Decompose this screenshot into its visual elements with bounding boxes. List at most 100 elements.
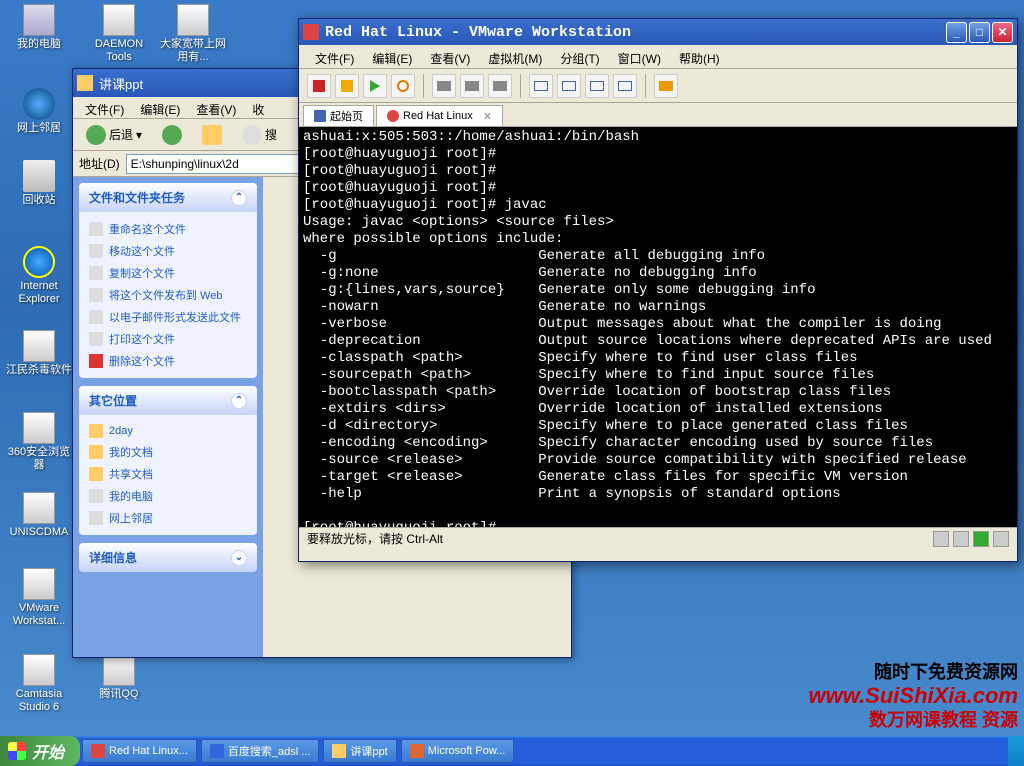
- details-header[interactable]: 详细信息⌄: [79, 543, 257, 572]
- tab-redhat[interactable]: Red Hat Linux✕: [376, 105, 503, 126]
- copy-icon: [89, 266, 103, 280]
- vm-menu-window[interactable]: 窗口(W): [610, 47, 669, 66]
- icon-uniscdma[interactable]: UNISCDMA: [4, 492, 74, 539]
- computer-icon: [89, 489, 103, 503]
- file-tasks-header[interactable]: 文件和文件夹任务⌃: [79, 183, 257, 212]
- up-button[interactable]: [195, 122, 229, 148]
- menu-view[interactable]: 查看(V): [190, 99, 242, 116]
- summary-button[interactable]: [654, 74, 678, 98]
- explorer-title-text: 讲课ppt: [99, 74, 143, 93]
- system-tray[interactable]: [1008, 736, 1024, 766]
- mail-icon: [89, 310, 103, 324]
- place-2day[interactable]: 2day: [89, 421, 247, 441]
- vm-menu-team[interactable]: 分组(T): [552, 47, 607, 66]
- search-icon: [242, 125, 262, 145]
- vm-menu-file[interactable]: 文件(F): [307, 47, 362, 66]
- other-places-header[interactable]: 其它位置⌃: [79, 386, 257, 415]
- manage-icon: [493, 81, 507, 91]
- sound-icon[interactable]: [993, 531, 1009, 547]
- revert-button[interactable]: [460, 74, 484, 98]
- home-icon: [314, 110, 326, 122]
- forward-button[interactable]: [155, 122, 189, 148]
- task-print[interactable]: 打印这个文件: [89, 328, 247, 350]
- close-button[interactable]: ✕: [992, 22, 1013, 43]
- back-button[interactable]: 后退▾: [79, 122, 149, 148]
- rename-icon: [89, 222, 103, 236]
- task-publish[interactable]: 将这个文件发布到 Web: [89, 284, 247, 306]
- task-email[interactable]: 以电子邮件形式发送此文件: [89, 306, 247, 328]
- icon-jiangmin[interactable]: 江民杀毒软件: [4, 330, 74, 377]
- pause-button[interactable]: [335, 74, 359, 98]
- vm-menu-edit[interactable]: 编辑(E): [364, 47, 420, 66]
- place-computer[interactable]: 我的电脑: [89, 485, 247, 507]
- menu-file[interactable]: 文件(F): [79, 99, 130, 116]
- vm-menu-view[interactable]: 查看(V): [422, 47, 478, 66]
- ie-icon: [210, 744, 224, 758]
- icon-network[interactable]: 网上邻居: [4, 88, 74, 135]
- play-button[interactable]: [363, 74, 387, 98]
- tab-home[interactable]: 起始页: [303, 105, 374, 126]
- vmware-titlebar[interactable]: Red Hat Linux - VMware Workstation _ □ ✕: [299, 19, 1017, 45]
- play-icon: [370, 80, 380, 92]
- manage-button[interactable]: [488, 74, 512, 98]
- hdd-icon[interactable]: [933, 531, 949, 547]
- quick-switch-button[interactable]: [585, 74, 609, 98]
- pause-icon: [341, 80, 353, 92]
- task-move[interactable]: 移动这个文件: [89, 240, 247, 262]
- search-button[interactable]: 搜: [235, 122, 284, 148]
- icon-qq[interactable]: 腾讯QQ: [84, 654, 154, 701]
- folder-icon: [89, 424, 103, 438]
- unity-icon: [618, 81, 632, 91]
- stop-icon: [313, 80, 325, 92]
- redhat-icon: [387, 110, 399, 122]
- taskbar-baidu[interactable]: 百度搜索_adsl ...: [201, 739, 320, 763]
- icon-360[interactable]: 360安全浏览器: [4, 412, 74, 472]
- folder-icon: [89, 445, 103, 459]
- show-console-button[interactable]: [529, 74, 553, 98]
- icon-vmware[interactable]: VMware Workstat...: [4, 568, 74, 628]
- vm-menu-vm[interactable]: 虚拟机(M): [480, 47, 550, 66]
- file-tasks-panel: 文件和文件夹任务⌃ 重命名这个文件 移动这个文件 复制这个文件 将这个文件发布到…: [79, 183, 257, 378]
- cd-icon[interactable]: [953, 531, 969, 547]
- place-network[interactable]: 网上邻居: [89, 507, 247, 529]
- network-icon[interactable]: [973, 531, 989, 547]
- icon-ie[interactable]: Internet Explorer: [4, 246, 74, 306]
- maximize-button[interactable]: □: [969, 22, 990, 43]
- network-icon: [89, 511, 103, 525]
- menu-favorites[interactable]: 收: [246, 99, 270, 116]
- menu-edit[interactable]: 编辑(E): [134, 99, 186, 116]
- summary-icon: [659, 81, 673, 91]
- fullscreen-icon: [562, 81, 576, 91]
- icon-recycle[interactable]: 回收站: [4, 160, 74, 207]
- minimize-button[interactable]: _: [946, 22, 967, 43]
- task-copy[interactable]: 复制这个文件: [89, 262, 247, 284]
- terminal[interactable]: ashuai:x:505:503::/home/ashuai:/bin/bash…: [299, 127, 1017, 527]
- task-delete[interactable]: 删除这个文件: [89, 350, 247, 372]
- icon-camtasia[interactable]: Camtasia Studio 6: [4, 654, 74, 714]
- snapshot-button[interactable]: [432, 74, 456, 98]
- taskbar: 开始 Red Hat Linux... 百度搜索_adsl ... 讲课ppt …: [0, 736, 1024, 766]
- taskbar-explorer[interactable]: 讲课ppt: [323, 739, 396, 763]
- chevron-up-icon: ⌃: [231, 393, 247, 409]
- taskbar-vmware[interactable]: Red Hat Linux...: [82, 739, 197, 763]
- icon-broadband[interactable]: 大家宽带上网用有...: [158, 4, 228, 64]
- folder-icon: [89, 467, 103, 481]
- tab-close-icon[interactable]: ✕: [483, 110, 492, 123]
- redhat-icon: [303, 24, 319, 40]
- vmware-tabs: 起始页 Red Hat Linux✕: [299, 103, 1017, 127]
- full-screen-button[interactable]: [557, 74, 581, 98]
- stop-button[interactable]: [307, 74, 331, 98]
- redhat-icon: [91, 744, 105, 758]
- place-shared[interactable]: 共享文档: [89, 463, 247, 485]
- vm-menu-help[interactable]: 帮助(H): [671, 47, 728, 66]
- unity-button[interactable]: [613, 74, 637, 98]
- taskbar-powerpoint[interactable]: Microsoft Pow...: [401, 739, 515, 763]
- task-rename[interactable]: 重命名这个文件: [89, 218, 247, 240]
- start-button[interactable]: 开始: [0, 736, 80, 766]
- place-documents[interactable]: 我的文档: [89, 441, 247, 463]
- chevron-down-icon: ⌄: [231, 550, 247, 566]
- icon-daemon[interactable]: DAEMON Tools: [84, 4, 154, 64]
- vmware-statusbar: 要释放光标，请按 Ctrl-Alt: [299, 527, 1017, 549]
- icon-my-computer[interactable]: 我的电脑: [4, 4, 74, 51]
- reset-button[interactable]: [391, 74, 415, 98]
